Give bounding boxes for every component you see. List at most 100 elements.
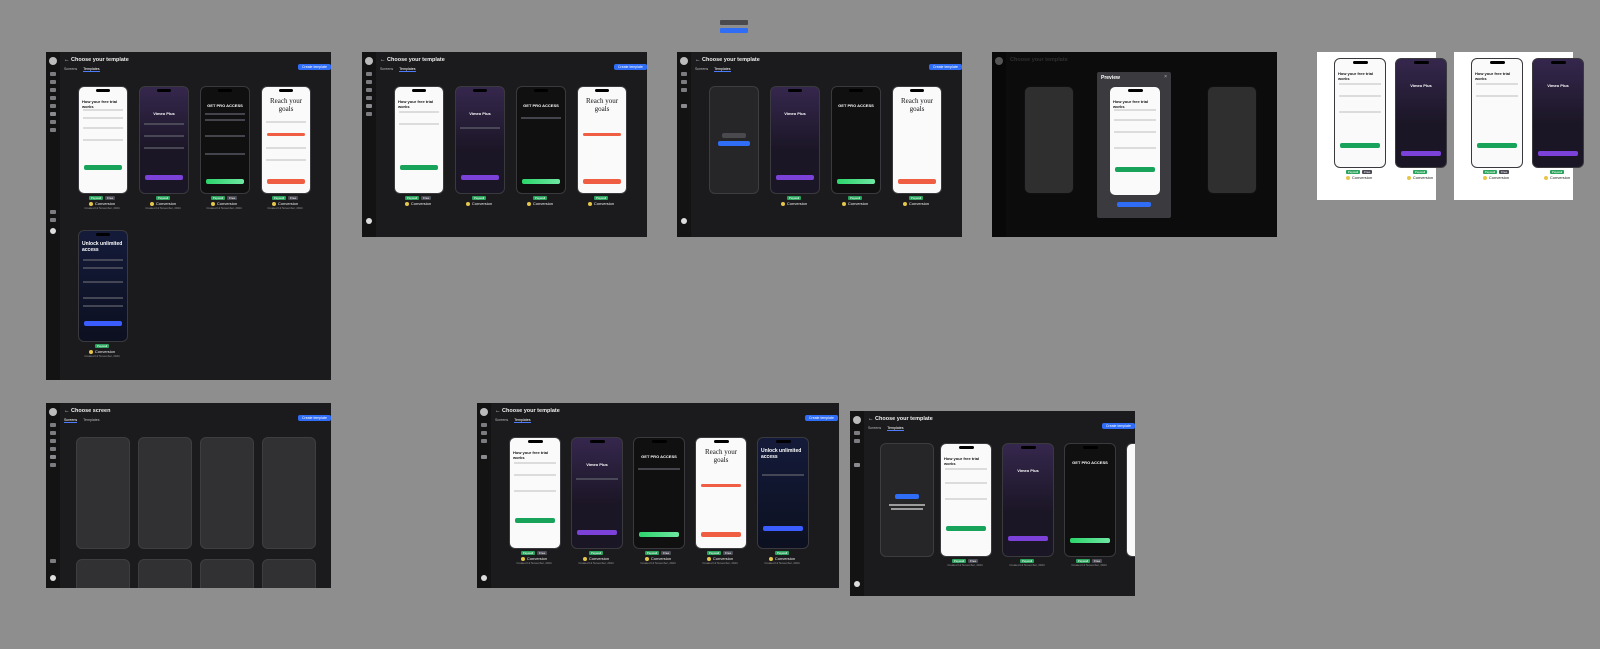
- user-avatar-icon[interactable]: [854, 581, 860, 587]
- template-card-unlock[interactable]: Unlock unlimited access: [757, 437, 809, 549]
- flag-icon[interactable]: [50, 447, 56, 451]
- template-card-goals[interactable]: Reach your goals: [695, 437, 747, 549]
- settings-icon[interactable]: [50, 463, 56, 467]
- chart-icon[interactable]: [854, 439, 860, 443]
- template-card-goals[interactable]: Reach your goals: [892, 86, 942, 194]
- help-icon[interactable]: [50, 218, 56, 222]
- tab-screens[interactable]: Screens: [695, 67, 708, 71]
- blank-template-card[interactable]: [880, 443, 934, 557]
- template-card-unlock[interactable]: Unlock unlimited access: [78, 230, 128, 342]
- tab-screens[interactable]: Screens: [495, 418, 508, 422]
- send-icon[interactable]: [681, 88, 687, 92]
- template-card-trial[interactable]: How your free trial works: [940, 443, 992, 557]
- back-arrow-icon[interactable]: ←: [495, 408, 501, 414]
- template-card-trial[interactable]: How your free trial works: [394, 86, 444, 194]
- user-avatar-icon[interactable]: [366, 218, 372, 224]
- template-card-goals[interactable]: Reach your goals: [261, 86, 311, 194]
- tab-templates[interactable]: Templates: [83, 67, 100, 72]
- lock-icon[interactable]: [50, 120, 56, 124]
- create-template-button[interactable]: Create template: [614, 64, 647, 70]
- template-icon[interactable]: [50, 455, 56, 459]
- create-template-button[interactable]: Create template: [805, 415, 838, 421]
- chart-icon[interactable]: [50, 80, 56, 84]
- top-pill-blue[interactable]: [720, 28, 748, 33]
- flag-icon[interactable]: [50, 96, 56, 100]
- tab-templates[interactable]: Templates: [399, 67, 416, 72]
- template-card-vimeo[interactable]: Vimeo Plus: [770, 86, 820, 194]
- home-icon[interactable]: [681, 72, 687, 76]
- template-icon[interactable]: [681, 104, 687, 108]
- chart-icon[interactable]: [681, 80, 687, 84]
- template-icon[interactable]: [366, 104, 372, 108]
- send-icon[interactable]: [366, 88, 372, 92]
- back-arrow-icon[interactable]: ←: [64, 57, 70, 63]
- user-avatar-icon[interactable]: [50, 575, 56, 581]
- template-card-pro[interactable]: GET PRO ACCESS: [1064, 443, 1116, 557]
- close-icon[interactable]: ×: [1164, 74, 1167, 80]
- tab-bar: Screens Templates: [64, 67, 106, 72]
- template-card-pro[interactable]: GET PRO ACCESS: [200, 86, 250, 194]
- back-arrow-icon[interactable]: ←: [695, 57, 701, 63]
- back-arrow-icon[interactable]: ←: [380, 57, 386, 63]
- send-icon[interactable]: [481, 439, 487, 443]
- home-icon[interactable]: [50, 72, 56, 76]
- page-title: ← Choose your template: [868, 416, 933, 422]
- home-icon[interactable]: [481, 423, 487, 427]
- user-avatar-icon[interactable]: [50, 228, 56, 234]
- bulb-icon[interactable]: [50, 559, 56, 563]
- settings-icon[interactable]: [366, 112, 372, 116]
- screen-skeleton: [262, 437, 316, 549]
- template-card-trial[interactable]: How your free trial works: [509, 437, 561, 549]
- template-card-partial[interactable]: [1126, 443, 1135, 557]
- template-card-pro[interactable]: GET PRO ACCESS: [831, 86, 881, 194]
- tab-screens[interactable]: Screens: [64, 418, 78, 423]
- chart-icon[interactable]: [481, 431, 487, 435]
- template-card-pro[interactable]: GET PRO ACCESS: [633, 437, 685, 549]
- tab-templates[interactable]: Templates: [514, 418, 531, 423]
- bulb-icon[interactable]: [50, 210, 56, 214]
- chart-icon[interactable]: [366, 80, 372, 84]
- template-card-vimeo[interactable]: Vimeo Plus: [1002, 443, 1054, 557]
- use-template-button[interactable]: [1117, 202, 1151, 207]
- back-arrow-icon[interactable]: ←: [868, 416, 874, 422]
- create-template-button[interactable]: Create template: [298, 64, 331, 70]
- send-icon[interactable]: [50, 439, 56, 443]
- template-icon[interactable]: [481, 455, 487, 459]
- template-icon[interactable]: [854, 463, 860, 467]
- user-avatar-icon[interactable]: [681, 218, 687, 224]
- template-card-pro[interactable]: GET PRO ACCESS: [516, 86, 566, 194]
- template-card-vimeo[interactable]: Vimeo Plus: [1532, 58, 1584, 168]
- logo-icon: [365, 57, 373, 65]
- back-arrow-icon[interactable]: ←: [64, 408, 70, 414]
- flag-icon[interactable]: [366, 96, 372, 100]
- send-icon[interactable]: [50, 88, 56, 92]
- chart-icon[interactable]: [50, 431, 56, 435]
- user-avatar-icon[interactable]: [481, 575, 487, 581]
- template-card-vimeo[interactable]: Vimeo Plus: [571, 437, 623, 549]
- template-card-trial[interactable]: How your free trial works: [1334, 58, 1386, 168]
- template-card-vimeo[interactable]: Vimeo Plus: [139, 86, 189, 194]
- tab-screens[interactable]: Screens: [868, 426, 881, 430]
- template-card-goals[interactable]: Reach your goals: [577, 86, 627, 194]
- create-template-button[interactable]: Create template: [298, 415, 331, 421]
- template-icon[interactable]: [50, 112, 56, 116]
- template-strip-light-2: How your free trial works Vimeo Plus Pay…: [1454, 52, 1584, 200]
- tab-templates[interactable]: Templates: [714, 67, 731, 72]
- tab-screens[interactable]: Screens: [380, 67, 393, 71]
- create-template-button[interactable]: Create template: [929, 64, 962, 70]
- template-card-trial[interactable]: How your free trial works: [78, 86, 128, 194]
- create-template-button[interactable]: Create template: [1102, 423, 1135, 429]
- top-pill-gray[interactable]: [720, 20, 748, 25]
- home-icon[interactable]: [50, 423, 56, 427]
- template-card-hover[interactable]: [709, 86, 759, 194]
- tab-templates[interactable]: Templates: [83, 418, 99, 422]
- tab-templates[interactable]: Templates: [887, 426, 904, 431]
- template-card-vimeo[interactable]: Vimeo Plus: [455, 86, 505, 194]
- template-card-vimeo[interactable]: Vimeo Plus: [1395, 58, 1447, 168]
- puzzle-icon[interactable]: [50, 104, 56, 108]
- home-icon[interactable]: [854, 431, 860, 435]
- tab-screens[interactable]: Screens: [64, 67, 77, 71]
- home-icon[interactable]: [366, 72, 372, 76]
- template-card-trial[interactable]: How your free trial works: [1471, 58, 1523, 168]
- settings-icon[interactable]: [50, 128, 56, 132]
